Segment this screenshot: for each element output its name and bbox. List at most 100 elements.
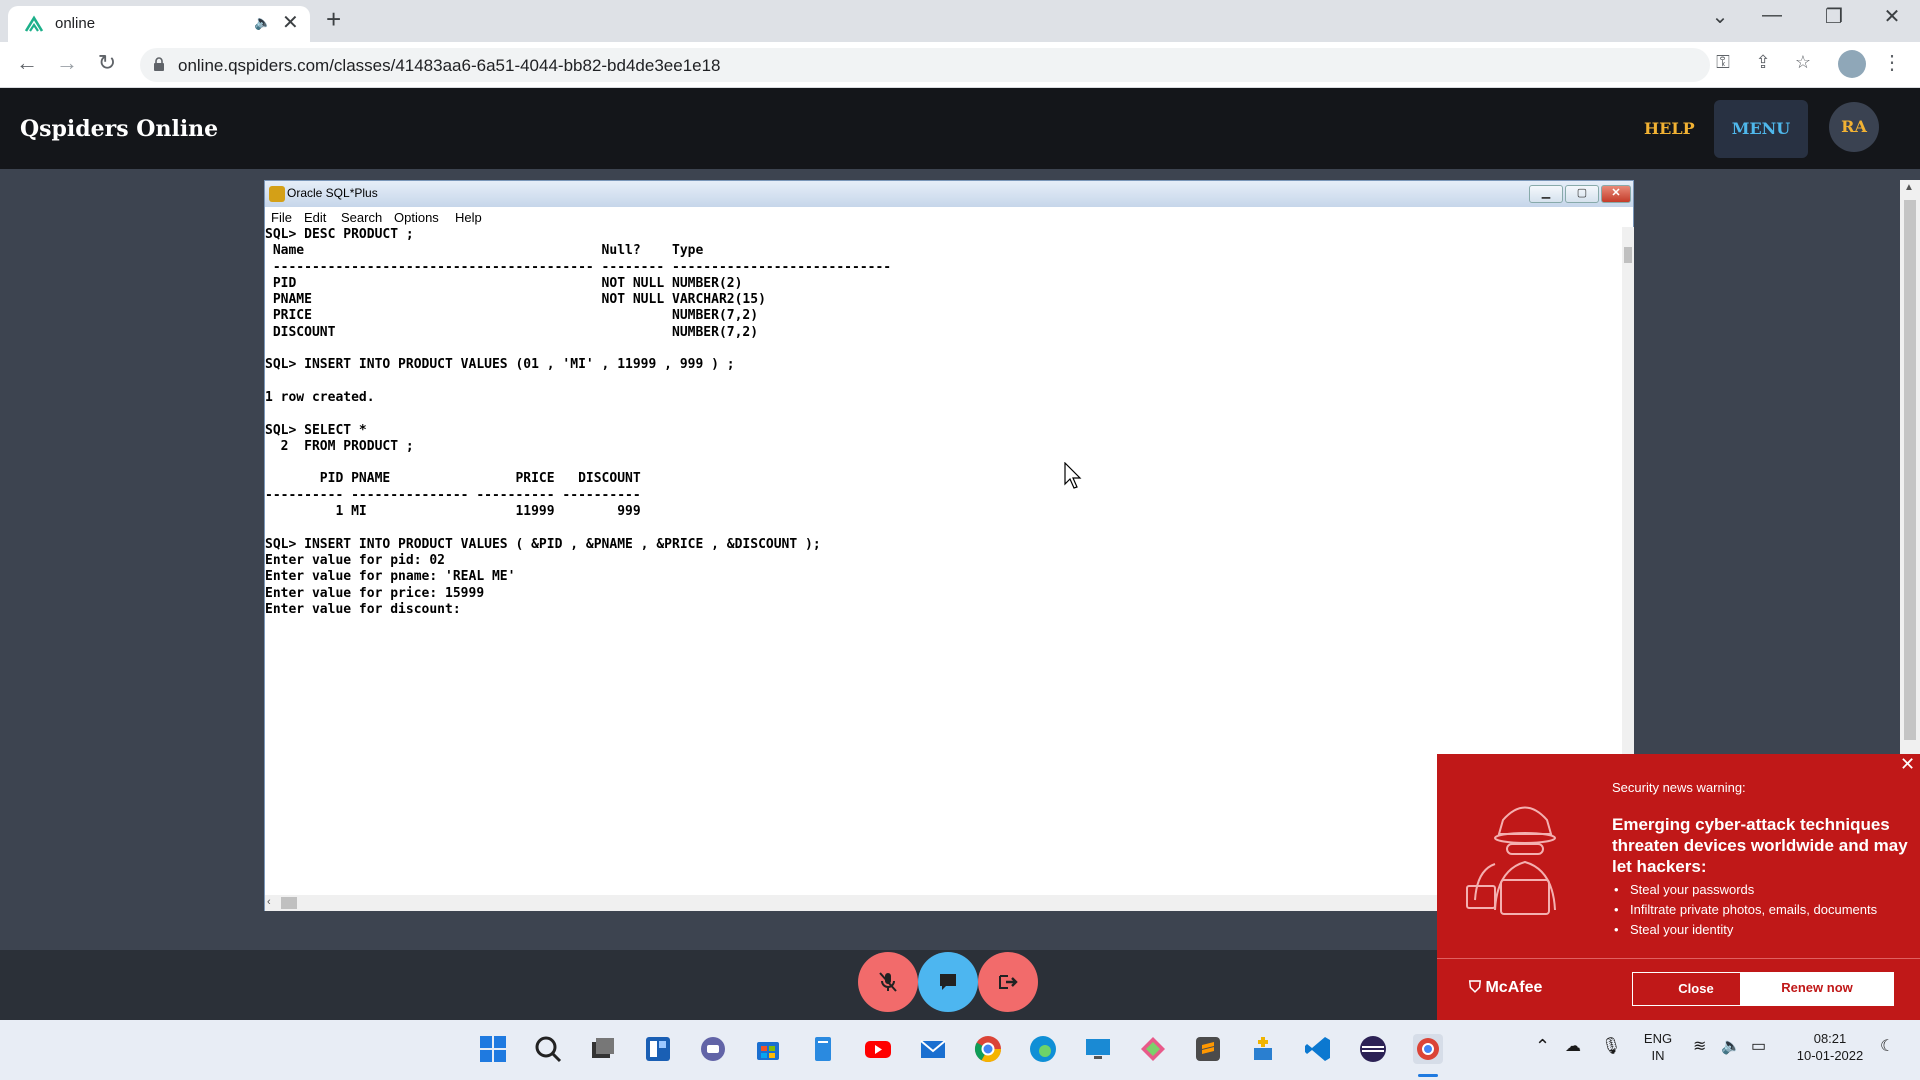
browser-tab[interactable]: online 🔈 ✕ <box>8 6 310 42</box>
forward-button[interactable]: → <box>52 50 82 76</box>
youtube-icon[interactable] <box>863 1034 893 1064</box>
console-line: SQL> INSERT INTO PRODUCT VALUES ( &PID ,… <box>265 536 821 552</box>
windows-start-icon[interactable] <box>478 1034 508 1064</box>
popup-kicker: Security news warning: <box>1612 780 1746 795</box>
close-window-button[interactable]: ✕ <box>1872 4 1912 29</box>
sqlplus-close-button[interactable]: ✕ <box>1601 185 1631 203</box>
chrome-icon[interactable] <box>973 1034 1003 1064</box>
clock-date: 10-01-2022 <box>1796 1048 1864 1063</box>
console-hscroll-thumb[interactable] <box>281 897 297 909</box>
snip-tool-icon[interactable] <box>1138 1034 1168 1064</box>
scroll-up-icon[interactable]: ▲ <box>1904 182 1914 193</box>
stage-scroll-thumb[interactable] <box>1904 200 1916 740</box>
microphone-icon[interactable]: 🎙 <box>1601 1036 1621 1056</box>
console-line: 1 MI 11999 999 <box>265 504 641 520</box>
profile-avatar[interactable] <box>1838 50 1866 78</box>
exit-icon <box>999 975 1018 989</box>
mute-microphone-button[interactable] <box>858 952 918 1012</box>
console-line: ---------- --------------- ---------- --… <box>265 487 641 503</box>
popup-dismiss-icon[interactable]: ✕ <box>1900 754 1915 775</box>
menu-file[interactable]: File <box>271 210 292 225</box>
search-icon[interactable] <box>533 1034 563 1064</box>
mouse-pointer-icon <box>1064 462 1082 489</box>
popup-bullet: Steal your passwords <box>1612 882 1877 902</box>
tab-search-icon[interactable]: ⌄ <box>1700 4 1740 29</box>
bookmark-star-icon[interactable]: ☆ <box>1790 52 1816 73</box>
restore-button[interactable]: ❐ <box>1814 4 1854 29</box>
console-line: SQL> INSERT INTO PRODUCT VALUES (01 , 'M… <box>265 357 735 373</box>
console-line: ----------------------------------------… <box>265 259 892 275</box>
close-tab-icon[interactable]: ✕ <box>282 10 299 35</box>
remote-desktop-icon[interactable] <box>1083 1034 1113 1064</box>
browser-menu-icon[interactable]: ⋮ <box>1882 50 1902 75</box>
menu-search[interactable]: Search <box>341 210 382 225</box>
leave-call-button[interactable] <box>978 952 1038 1012</box>
sqlplus-app-icon <box>269 186 285 202</box>
popup-bullets: Steal your passwords Infiltrate private … <box>1612 882 1877 942</box>
notepad-icon[interactable] <box>808 1034 838 1064</box>
renew-now-button[interactable]: Renew now <box>1740 972 1894 1006</box>
mcafee-shield-icon: ⛉ <box>1469 979 1482 996</box>
user-avatar[interactable]: RA <box>1829 102 1879 152</box>
eclipse-icon[interactable] <box>1358 1034 1388 1064</box>
sql-app-icon[interactable] <box>1248 1034 1278 1064</box>
sqlplus-window: Oracle SQL*Plus ▁ ▢ ✕ File Edit Search O… <box>264 180 1634 911</box>
minimize-button[interactable]: — <box>1752 4 1792 27</box>
password-key-icon[interactable]: ⚿ <box>1710 52 1736 73</box>
mail-icon[interactable] <box>918 1034 948 1064</box>
menu-help[interactable]: Help <box>455 210 482 225</box>
brand-title[interactable]: Qspiders Online <box>20 116 218 142</box>
qspiders-favicon-icon <box>24 15 44 32</box>
sqlplus-maximize-button[interactable]: ▢ <box>1565 185 1599 203</box>
scroll-left-icon[interactable]: ‹ <box>267 896 271 908</box>
show-hidden-icons-chevron-icon[interactable]: ⌃ <box>1535 1036 1550 1057</box>
clock[interactable]: 08:21 10-01-2022 <box>1790 1030 1870 1064</box>
console-line: SQL> DESC PRODUCT ; <box>265 227 414 242</box>
console-vscroll-thumb[interactable] <box>1624 247 1632 263</box>
sublime-text-icon[interactable] <box>1193 1034 1223 1064</box>
url-text: online.qspiders.com/classes/41483aa6-6a5… <box>178 56 721 75</box>
chat-button[interactable] <box>918 952 978 1012</box>
chrome-profile-icon[interactable] <box>1413 1034 1443 1064</box>
focus-assist-icon[interactable]: ☾ <box>1880 1036 1894 1056</box>
popup-headline: Emerging cyber-attack techniques threate… <box>1612 815 1908 876</box>
tab-title: online <box>55 15 96 32</box>
lang-code: ENG <box>1643 1031 1673 1046</box>
popup-bullet: Steal your identity <box>1612 922 1877 942</box>
menu-button[interactable]: MENU <box>1714 100 1808 158</box>
onedrive-offline-icon[interactable]: ☁ <box>1565 1036 1581 1056</box>
task-view-icon[interactable] <box>588 1034 618 1064</box>
new-tab-button[interactable]: + <box>326 4 341 35</box>
battery-icon[interactable]: ▭ <box>1751 1036 1766 1056</box>
console-horizontal-scrollbar[interactable]: ‹ <box>265 895 1622 911</box>
console-line: PNAME NOT NULL VARCHAR2(15) <box>265 292 766 308</box>
share-icon[interactable]: ⇪ <box>1750 52 1776 73</box>
edge-icon[interactable] <box>1028 1034 1058 1064</box>
menu-options[interactable]: Options <box>394 210 439 225</box>
sqlplus-minimize-button[interactable]: ▁ <box>1529 185 1563 203</box>
console-line: Enter value for pname: 'REAL ME' <box>265 569 516 585</box>
clock-time: 08:21 <box>1813 1031 1847 1046</box>
sql-console[interactable]: SQL> DESC PRODUCT ; Name Null? Type ----… <box>265 227 1625 881</box>
teams-chat-icon[interactable] <box>698 1034 728 1064</box>
widgets-icon[interactable] <box>643 1034 673 1064</box>
stage-scrollbar[interactable]: ▲ <box>1900 180 1920 770</box>
volume-icon[interactable]: 🔈 <box>1721 1036 1741 1056</box>
menu-edit[interactable]: Edit <box>304 210 326 225</box>
console-line: Enter value for pid: 02 <box>265 552 446 568</box>
region-code: IN <box>1651 1048 1665 1063</box>
speaker-icon[interactable]: 🔈 <box>254 14 271 31</box>
address-bar[interactable]: online.qspiders.com/classes/41483aa6-6a5… <box>140 48 1710 82</box>
help-link[interactable]: HELP <box>1644 119 1695 138</box>
language-indicator[interactable]: ENG IN <box>1643 1030 1673 1064</box>
wifi-icon[interactable]: ≋ <box>1693 1036 1706 1056</box>
reload-button[interactable]: ↻ <box>92 50 122 76</box>
windows-taskbar: ⌃ ☁ 🎙 ENG IN ≋ 🔈 ▭ 08:21 10-01-2022 ☾ <box>0 1020 1920 1080</box>
microsoft-store-icon[interactable] <box>753 1034 783 1064</box>
vscode-icon[interactable] <box>1303 1034 1333 1064</box>
lock-icon <box>154 57 164 71</box>
back-button[interactable]: ← <box>12 50 42 76</box>
sqlplus-titlebar: Oracle SQL*Plus ▁ ▢ ✕ <box>265 181 1633 207</box>
